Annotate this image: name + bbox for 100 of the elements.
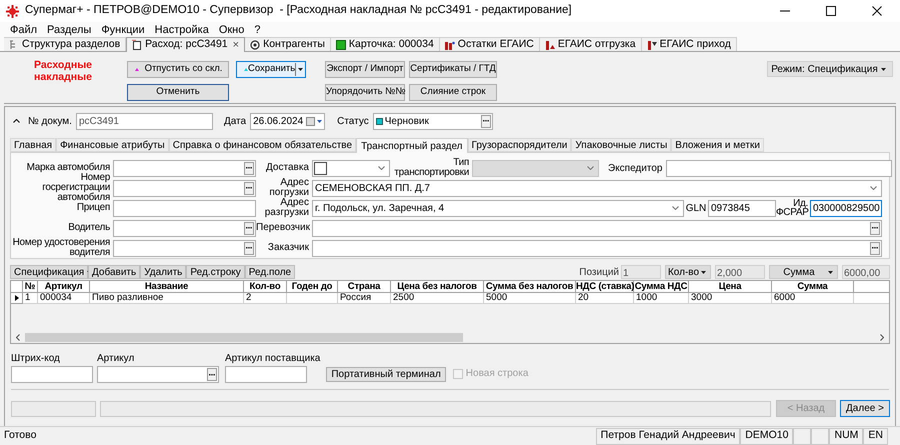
chevron-down-icon [378, 166, 385, 170]
combo-box[interactable]: г. Подольск, ул. Заречная, 4 [312, 200, 684, 216]
total-dropdown[interactable]: Кол-во [665, 265, 711, 279]
text-field[interactable] [113, 200, 256, 216]
section-tab[interactable]: Вложения и метки [671, 138, 764, 152]
text-field[interactable] [225, 366, 307, 383]
lookup-button[interactable] [480, 114, 491, 128]
total-field: 6000,00 [842, 265, 890, 279]
document-tab[interactable]: Карточка: 000034 [330, 37, 440, 51]
document-tab[interactable]: Контрагенты [245, 37, 331, 51]
mode-dropdown[interactable]: Режим: Спецификация [767, 61, 893, 77]
field-label: Заказчик [266, 243, 310, 253]
tab-icon [544, 40, 555, 50]
field-label: Номер госрегистрации автомобиля [42, 173, 111, 203]
maximize-icon [826, 6, 836, 16]
lookup-field[interactable] [113, 180, 256, 196]
section-tab[interactable]: Справка о финансовом обязательстве [168, 138, 356, 152]
table-cell: 2 [244, 293, 287, 304]
scroll-right-icon [880, 334, 884, 340]
blank-swatch-icon [314, 162, 327, 174]
table-cell: 2500 [391, 293, 484, 304]
table-cell: 1000 [634, 293, 689, 304]
lookup-field[interactable] [312, 220, 882, 236]
toolbar-button[interactable]: Отпустить со скл. [127, 61, 229, 78]
menu-item[interactable]: ? [249, 22, 266, 38]
lookup-field[interactable] [113, 220, 256, 236]
app-logo-icon [6, 4, 19, 18]
scrollbar-thumb[interactable] [25, 332, 463, 342]
field-label: GLN [684, 202, 708, 216]
toolbar-button[interactable]: Сохранить [236, 61, 306, 78]
spec-button[interactable]: Удалить [140, 265, 186, 279]
section-tab[interactable]: Главная [10, 138, 56, 152]
date-field[interactable]: 26.06.2024 [250, 112, 326, 130]
lookup-field[interactable] [113, 240, 256, 256]
spec-button[interactable]: Ред.поле [244, 265, 296, 279]
close-tab-button[interactable]: × [232, 36, 240, 54]
window-title: Супермаг+ - ПЕТРОВ@DEMO10 - Супервизор - [Расходная накладная № рсС3491 - редактирование] [25, 3, 572, 18]
table-cell: Пиво разливное [90, 293, 244, 304]
lookup-button[interactable] [870, 242, 880, 254]
section-tab[interactable]: Транспортный раздел [356, 138, 468, 153]
text-field[interactable]: 0973845 [708, 200, 776, 216]
lookup-button[interactable] [244, 162, 254, 174]
combo-box[interactable]: СЕМЕНОВСКАЯ ПП. Д.7 [312, 180, 882, 196]
caret-down-icon [298, 68, 304, 71]
document-tab[interactable]: Остатки ЕГАИС [440, 37, 540, 51]
field-label: Артикул поставщика [225, 353, 320, 364]
spec-button[interactable]: Добавить [88, 265, 140, 279]
toolbar-button[interactable]: Отменить [127, 84, 229, 101]
menu-item[interactable]: Разделы [42, 22, 96, 38]
lookup-button[interactable] [207, 368, 217, 381]
nav-button[interactable]: Далее > [840, 400, 890, 417]
chevron-down-icon [587, 166, 594, 170]
status-panel: DEMO10 [740, 428, 794, 444]
menu-item[interactable]: Окно [214, 22, 250, 38]
text-field[interactable]: 030000829500 [810, 200, 882, 216]
spec-button[interactable]: Спецификация [10, 265, 88, 279]
caret-down-icon [881, 68, 886, 70]
table-cell: 6000 [772, 293, 854, 304]
total-dropdown[interactable]: Сумма [769, 265, 838, 279]
lookup-button[interactable] [870, 222, 880, 234]
toolbar-button[interactable]: Экспорт / Импорт [325, 61, 405, 78]
lookup-field[interactable] [113, 160, 256, 176]
status-panel: EN [863, 428, 888, 444]
text-field[interactable] [11, 366, 93, 383]
lookup-button[interactable] [244, 182, 254, 194]
menu-item[interactable]: Функции [96, 22, 150, 38]
toolbar-button[interactable]: Упорядочить №№ [325, 84, 405, 101]
field-label: Водитель [67, 223, 111, 233]
field-label: Марка автомобиля [26, 163, 111, 173]
status-panel: NUM [829, 428, 864, 444]
total-field: 2,000 [715, 265, 765, 279]
menu-item[interactable]: Настройка [150, 22, 214, 38]
text-field[interactable]: рсС3491 [76, 112, 213, 130]
menu-item[interactable]: Файл [5, 22, 42, 38]
toolbar-button[interactable]: Слияние строк [409, 84, 497, 101]
terminal-button[interactable]: Портативный терминал [326, 367, 446, 382]
section-tab[interactable]: Финансовые атрибуты [56, 138, 169, 152]
toolbar-button[interactable]: Сертификаты / ГТД [409, 61, 497, 78]
document-tab[interactable]: Структура разделов [4, 37, 126, 51]
document-tab[interactable]: ЕГАИС приход [642, 37, 737, 51]
spec-button[interactable]: Ред.строку [186, 265, 245, 279]
section-tab[interactable]: Грузораспорядители [468, 138, 572, 152]
text-field[interactable] [666, 160, 892, 176]
table-cell [287, 293, 338, 304]
table-cell: 1 [23, 293, 38, 304]
status-field[interactable]: Черновик [372, 112, 493, 130]
lookup-field[interactable] [97, 366, 219, 383]
document-tab[interactable]: ЕГАИС отгрузка [540, 37, 642, 51]
calendar-icon [306, 116, 316, 126]
combo-box[interactable] [312, 160, 390, 176]
field-label: Дата [224, 114, 246, 128]
field-label: № докум. [28, 114, 72, 128]
close-icon [872, 6, 882, 16]
section-tab[interactable]: Упаковочные листы [571, 138, 672, 152]
field-label: Ид. ФСРАР [776, 199, 810, 217]
lookup-button[interactable] [244, 222, 254, 234]
document-tab[interactable]: Расход: рсС3491 × [126, 37, 246, 52]
field-label: Статус [337, 114, 369, 128]
lookup-field[interactable] [312, 240, 882, 256]
lookup-button[interactable] [244, 242, 254, 254]
